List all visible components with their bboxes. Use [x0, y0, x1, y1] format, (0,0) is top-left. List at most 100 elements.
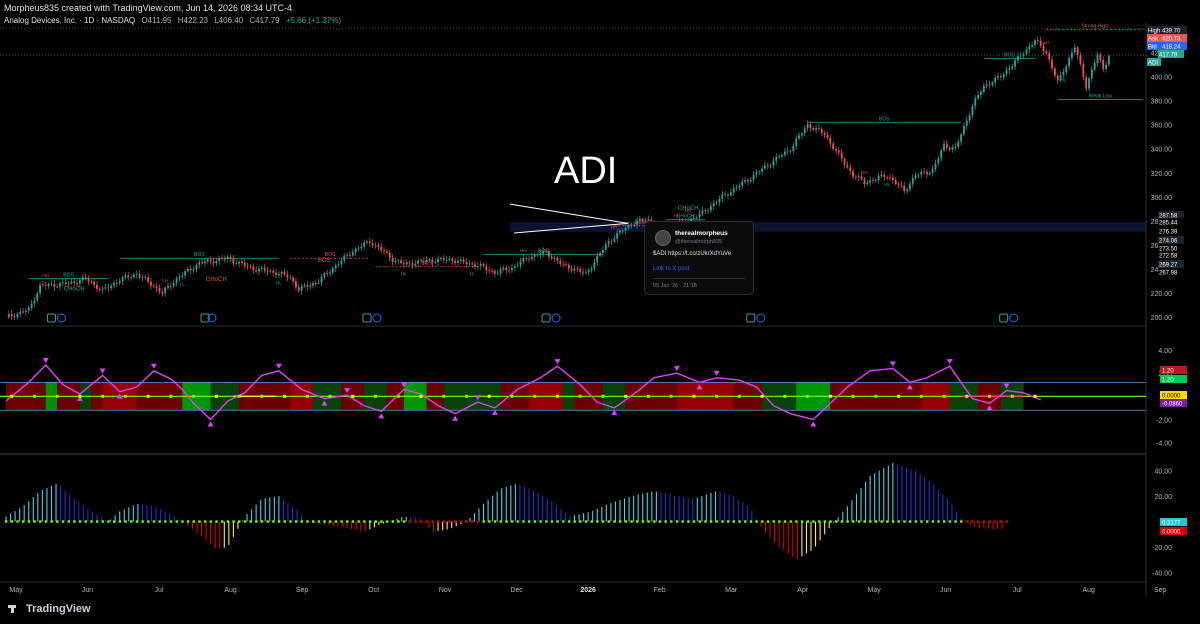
price-axis-tag-value: 420.73	[1162, 37, 1181, 43]
price-axis-tag: High 439.70	[1147, 26, 1187, 35]
candle-body	[292, 277, 294, 282]
candle-body	[1073, 47, 1076, 53]
candle-body	[84, 277, 87, 279]
candle-body	[818, 127, 820, 129]
swing-label: HH	[611, 224, 618, 229]
candle-body	[621, 230, 624, 232]
histogram-zero-dot	[124, 520, 127, 523]
histogram-zero-dot	[67, 520, 70, 523]
candle-body	[437, 258, 439, 263]
candle-body	[405, 262, 408, 265]
candle-body	[533, 254, 536, 257]
close-value: C417.79	[249, 16, 280, 25]
candle-body	[775, 156, 778, 161]
histogram-zero-dot	[954, 520, 957, 523]
dividend-icon	[372, 313, 382, 323]
candle-body	[1011, 66, 1014, 69]
candle-body	[50, 283, 53, 285]
signal-dot	[78, 394, 82, 398]
candle-body	[499, 269, 502, 274]
candle-body	[374, 244, 377, 246]
candle-body	[440, 257, 442, 259]
candle-body	[476, 266, 479, 267]
price-tick-label: 400.00	[1151, 75, 1173, 82]
bos-label: Strong High	[1081, 24, 1108, 30]
candle-body	[1099, 54, 1102, 61]
candle-body	[124, 275, 127, 278]
signal-dot	[305, 394, 309, 398]
candle-body	[471, 263, 474, 265]
signal-dot	[828, 394, 832, 398]
candle-body	[1005, 69, 1008, 75]
histogram-zero-dot	[294, 520, 298, 523]
candle-body	[1028, 46, 1031, 50]
price-axis-tag: 274.06	[1158, 236, 1184, 245]
histogram-zero-dot	[283, 520, 286, 523]
candle-body	[809, 124, 812, 129]
symbol-title[interactable]: Analog Devices, Inc. · 1D · NASDAQ	[4, 16, 135, 25]
histogram-zero-dot	[368, 520, 372, 523]
candle-body	[206, 259, 209, 262]
histogram-zero-dot	[346, 520, 349, 523]
trough-triangle-marker	[452, 415, 459, 421]
tweet-date: 05 Jan '26 · 21:18	[653, 283, 697, 289]
tweet-link[interactable]: Link to X post	[653, 266, 689, 272]
histogram-zero-dot	[778, 520, 781, 523]
candle-body	[420, 260, 422, 262]
histogram-zero-dot	[238, 520, 241, 523]
histogram-zero-dot	[334, 520, 338, 523]
histogram-zero-dot	[10, 520, 14, 523]
histogram-zero-dot	[488, 520, 491, 523]
price-axis-tag-value: 269.27	[1159, 263, 1178, 269]
candle-body	[141, 277, 144, 278]
swing-label: HH	[861, 170, 868, 175]
candle-body	[624, 227, 627, 231]
candle-body	[275, 272, 277, 276]
candle-body	[482, 264, 485, 267]
candle-body	[894, 180, 897, 184]
candle-body	[994, 77, 997, 83]
histogram-zero-dot	[152, 520, 156, 523]
histogram-zero-dot	[653, 520, 656, 523]
histogram-zero-dot	[971, 520, 974, 523]
candle-body	[101, 288, 104, 290]
candle-body	[152, 285, 155, 287]
candle-body	[468, 263, 471, 265]
candle-body	[1002, 74, 1005, 78]
histogram-zero-dot	[960, 520, 963, 523]
swing-label: LL	[180, 282, 186, 287]
low-value: L406.40	[214, 16, 244, 25]
tweet-author-handle: @therealmorph835	[675, 239, 723, 245]
price-axis-tag-value: 276.39	[1159, 230, 1178, 236]
candle-body	[573, 268, 576, 271]
candle-body	[459, 259, 462, 261]
bos-label: BOS	[194, 252, 205, 258]
histogram-zero-dot	[721, 520, 724, 523]
candle-body	[855, 176, 857, 178]
candle-body	[110, 285, 113, 289]
histogram-zero-dot	[459, 520, 463, 523]
histogram-zero-dot	[101, 520, 105, 523]
candle-body	[93, 281, 96, 285]
price-axis-tag-value: 267.98	[1159, 271, 1178, 277]
histogram-zero-dot	[471, 520, 474, 523]
price-chart-canvas[interactable]: 200.00220.00240.00260.00280.00300.00320.…	[0, 0, 1200, 600]
histogram-zero-dot	[925, 520, 929, 523]
candle-body	[852, 171, 854, 177]
embedded-tweet-card[interactable]: therealmorpheus @therealmorph835 $ADI ht…	[644, 221, 754, 295]
candle-body	[567, 264, 570, 269]
signal-dot	[646, 394, 650, 398]
signal-dot	[760, 394, 764, 398]
signal-dot	[442, 394, 446, 398]
candle-body	[590, 268, 593, 271]
candle-body	[607, 240, 610, 245]
time-axis-label: 2026	[580, 587, 596, 594]
dividend-icon	[551, 313, 561, 323]
candle-body	[394, 260, 397, 263]
signal-dot	[919, 394, 923, 398]
histogram-zero-dot	[164, 520, 167, 523]
histogram-zero-dot	[533, 520, 537, 523]
candle-body	[542, 250, 545, 254]
candle-body	[280, 272, 283, 274]
candle-body	[997, 76, 999, 78]
